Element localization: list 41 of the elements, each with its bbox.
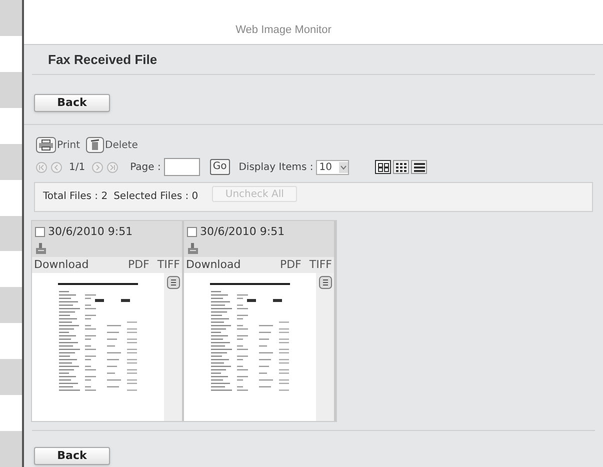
side-band — [0, 72, 22, 108]
print-button[interactable]: Print — [36, 137, 80, 153]
checkbox[interactable] — [187, 227, 197, 238]
view-mode-button[interactable] — [411, 160, 428, 174]
caret-icon — [339, 162, 348, 172]
format-link[interactable]: TIFF — [157, 256, 180, 273]
side-band — [0, 431, 22, 467]
back-button[interactable]: Back — [34, 446, 110, 464]
format-link[interactable]: PDF — [280, 256, 302, 273]
download-label: Download — [186, 256, 241, 272]
header-title: Web Image Monitor — [236, 22, 332, 38]
go-button[interactable]: Go — [210, 159, 230, 175]
fax-icon — [188, 242, 198, 254]
page-title: Fax Received File — [48, 50, 158, 69]
download-label: Download — [34, 256, 89, 272]
format-link[interactable]: TIFF — [309, 256, 332, 273]
details-icon[interactable] — [166, 276, 180, 289]
printer-icon — [36, 137, 56, 153]
side-band — [0, 359, 22, 396]
page-input-field[interactable] — [164, 158, 200, 176]
page-indicator: 1/1 — [69, 160, 86, 174]
details-icon[interactable] — [318, 276, 332, 289]
selected-files-text: Selected Files : 0 — [114, 190, 198, 204]
total-files-text: Total Files : 2 — [43, 190, 108, 204]
side-band — [0, 216, 22, 252]
file-date: 30/6/2010 9:51 — [200, 224, 285, 240]
delete-button[interactable]: Delete — [86, 137, 138, 153]
display-items-select[interactable]: 10 — [316, 160, 350, 174]
page-label: Page : — [130, 160, 161, 174]
side-band — [0, 144, 22, 180]
trash-icon — [86, 137, 104, 153]
view-mode-button[interactable] — [393, 160, 410, 174]
file-date: 30/6/2010 9:51 — [48, 224, 133, 240]
side-band — [0, 0, 22, 36]
view-mode-button[interactable] — [375, 160, 392, 174]
checkbox[interactable] — [35, 227, 45, 238]
side-band — [0, 287, 22, 324]
display-items-label: Display Items : — [238, 160, 314, 174]
format-link[interactable]: PDF — [128, 256, 150, 273]
fax-icon — [36, 242, 46, 254]
back-button[interactable]: Back — [34, 94, 110, 112]
